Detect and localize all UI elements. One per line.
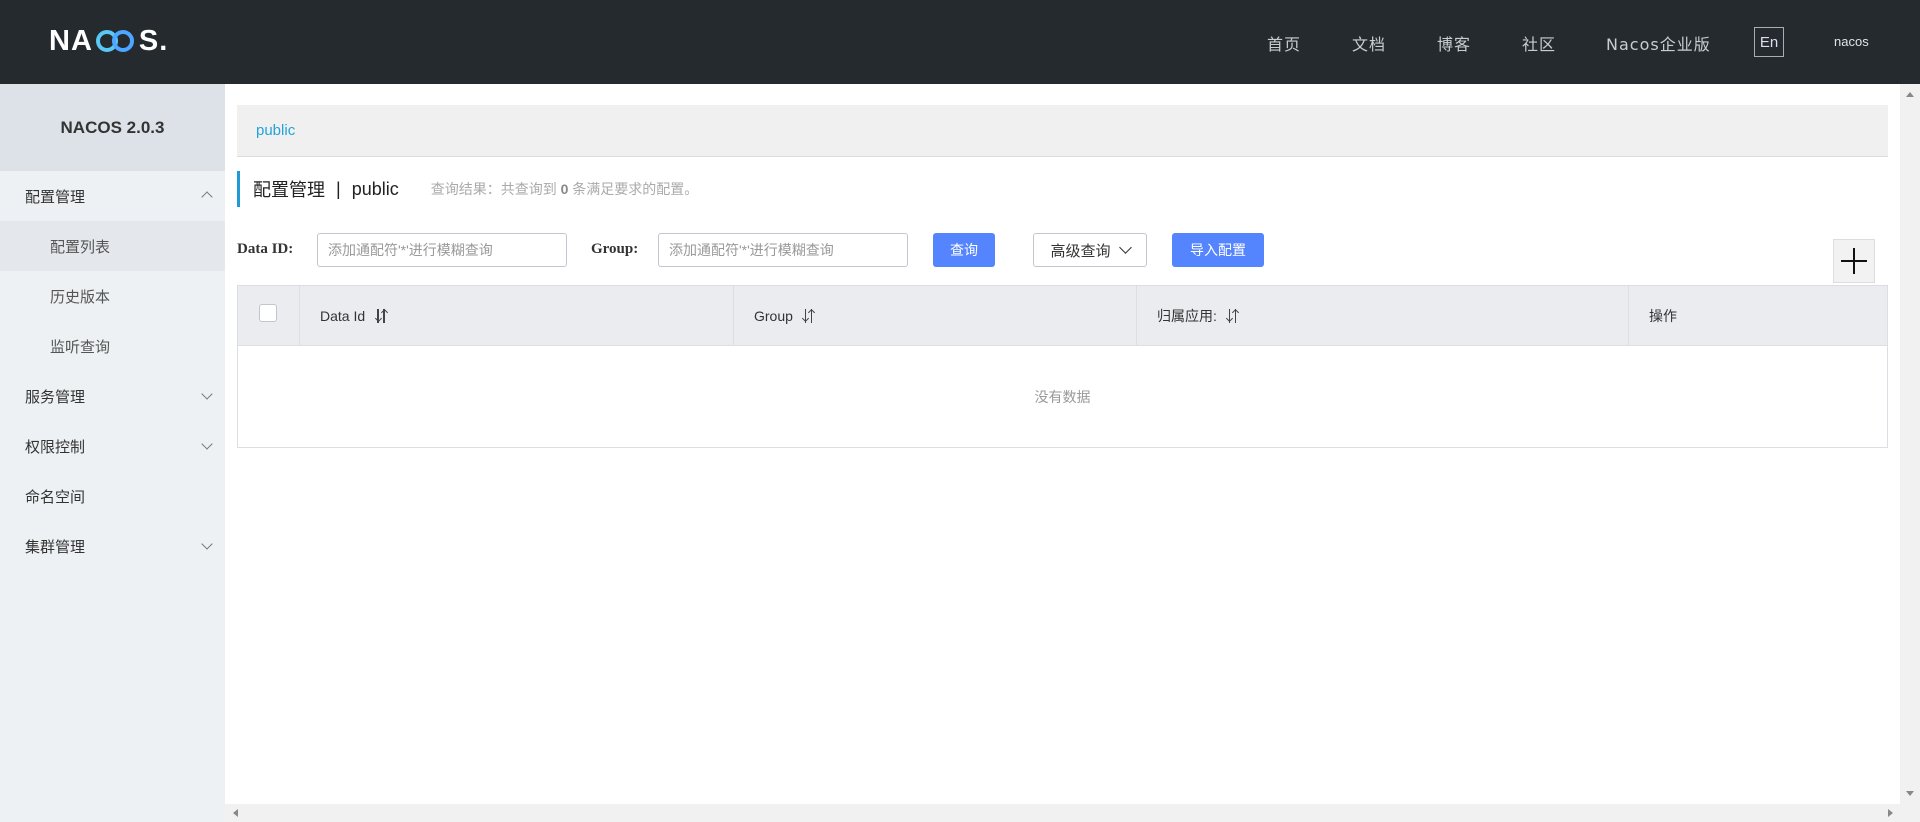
nav-community[interactable]: 社区 [1522,31,1556,55]
language-toggle-button[interactable]: En [1754,27,1784,57]
nav-blog[interactable]: 博客 [1437,31,1471,55]
sidebar-item-service-management[interactable]: 服务管理 [0,371,225,421]
sidebar-item-label: 服务管理 [25,388,86,406]
user-menu[interactable]: nacos [1834,34,1869,49]
sidebar-item-label: 配置管理 [25,188,86,206]
plus-icon-vertical [1852,248,1856,274]
sidebar-item-access-control[interactable]: 权限控制 [0,421,225,471]
column-label: Group [754,307,793,324]
chevron-down-icon [1118,241,1132,254]
sidebar-item-label: 权限控制 [25,438,86,456]
result-prefix: 查询结果：共查询到 [430,181,557,197]
horizontal-scrollbar[interactable] [225,804,1900,822]
page-title: 配置管理 [253,180,325,200]
advanced-query-button[interactable]: 高级查询 [1033,233,1147,267]
column-label: 归属应用: [1157,307,1217,324]
result-suffix: 条满足要求的配置。 [572,181,699,197]
vertical-scrollbar[interactable] [1900,84,1920,822]
logo-text-right: S. [138,24,169,57]
scroll-up-arrow-icon[interactable] [1906,92,1914,97]
logo-rings-icon [94,27,138,55]
column-header-app[interactable]: 归属应用: [1137,286,1629,345]
sidebar-item-cluster-management[interactable]: 集群管理 [0,521,225,571]
scroll-right-arrow-icon[interactable] [1888,809,1893,817]
main-content: public 配置管理 | public 查询结果：共查询到 0 条满足要求的配… [225,84,1900,804]
add-config-button[interactable] [1833,239,1875,283]
sort-icon[interactable] [1226,308,1240,324]
sidebar-item-label: 监听查询 [50,338,111,356]
chevron-down-icon [201,438,213,450]
nav-enterprise[interactable]: Nacos企业版 [1606,31,1711,55]
sidebar-item-history[interactable]: 历史版本 [0,271,225,321]
nav-home[interactable]: 首页 [1267,31,1301,55]
data-id-input[interactable] [317,233,567,267]
import-config-button[interactable]: 导入配置 [1172,233,1264,267]
sidebar-item-namespace[interactable]: 命名空间 [0,471,225,521]
query-result-summary: 查询结果：共查询到 0 条满足要求的配置。 [431,179,699,199]
sidebar: NACOS 2.0.3 配置管理 配置列表 历史版本 监听查询 服务管理 权限控… [0,84,225,822]
chevron-up-icon [201,191,213,203]
chevron-down-icon [201,538,213,550]
sidebar-item-config-list[interactable]: 配置列表 [0,221,225,271]
title-separator: | [336,178,341,199]
sidebar-item-listener-query[interactable]: 监听查询 [0,321,225,371]
result-count: 0 [560,181,569,197]
column-label: Data Id [320,307,366,324]
nacos-logo[interactable]: NA S. [49,24,168,58]
sidebar-item-config-management[interactable]: 配置管理 [0,171,225,221]
group-label: Group: [591,241,639,257]
page-header: 配置管理 | public 查询结果：共查询到 0 条满足要求的配置。 [237,171,698,207]
logo-text-left: NA [49,24,93,57]
column-header-data-id[interactable]: Data Id [300,286,734,345]
select-all-checkbox[interactable] [259,304,277,322]
sort-icon[interactable] [802,308,816,324]
sidebar-title: NACOS 2.0.3 [0,84,225,171]
namespace-bar: public [237,105,1888,157]
empty-state-text: 没有数据 [1034,388,1091,405]
top-navbar: NA S. 首页 文档 博客 社区 Nacos企业版 En nacos [0,0,1920,84]
scroll-left-arrow-icon[interactable] [233,809,238,817]
advanced-query-label: 高级查询 [1050,242,1111,260]
sidebar-item-label: 集群管理 [25,538,86,556]
data-id-label: Data ID: [237,241,294,257]
sort-icon[interactable] [374,308,388,324]
nav-docs[interactable]: 文档 [1352,31,1386,55]
group-input[interactable] [658,233,908,267]
config-table: Data Id Group 归属应用: 操作 没有数据 [237,285,1888,448]
chevron-down-icon [201,388,213,400]
sidebar-item-label: 历史版本 [50,288,111,306]
sidebar-item-label: 配置列表 [50,238,111,256]
search-button[interactable]: 查询 [933,233,995,267]
column-label: 操作 [1649,307,1677,324]
scroll-down-arrow-icon[interactable] [1906,791,1914,796]
column-header-actions: 操作 [1629,286,1887,345]
column-header-group[interactable]: Group [734,286,1137,345]
page-namespace: public [351,178,399,199]
select-all-cell [238,286,300,345]
table-header: Data Id Group 归属应用: 操作 [238,286,1887,346]
namespace-link-public[interactable]: public [256,122,295,139]
sidebar-item-label: 命名空间 [25,488,86,506]
